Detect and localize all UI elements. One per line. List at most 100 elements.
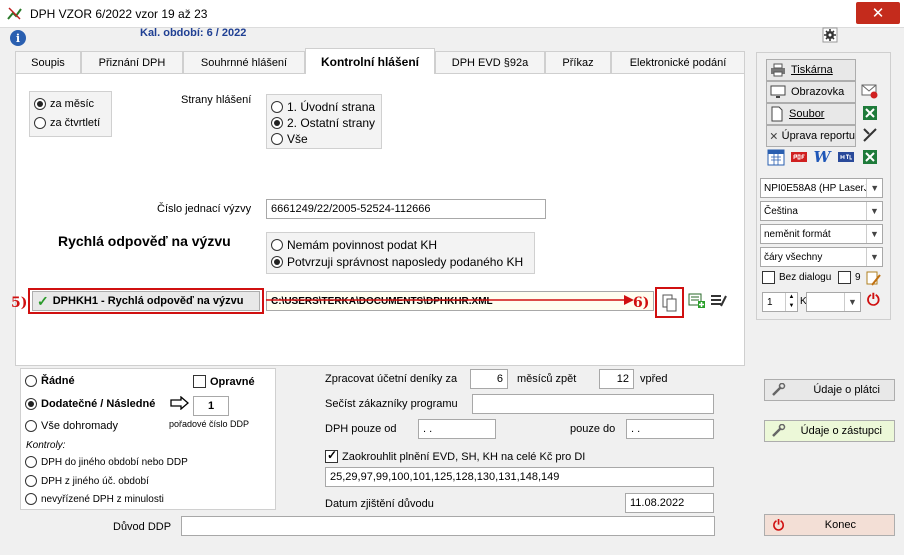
radio-control-1[interactable]: DPH do jiného období nebo DDP	[25, 456, 188, 468]
radio-confirm[interactable]: Potvrzuji správnost naposledy podaného K…	[271, 255, 523, 269]
language-select[interactable]: Čeština ▼	[760, 201, 883, 221]
gear-icon[interactable]	[822, 27, 838, 43]
reference-label: Číslo jednací výzvy	[157, 203, 252, 215]
months-fwd-input[interactable]: 12	[599, 369, 634, 389]
months-back-input[interactable]: 6	[470, 369, 508, 389]
file-button[interactable]: Soubor	[766, 103, 856, 125]
radio-quarterly[interactable]: za čtvrtletí	[34, 117, 100, 129]
format-select[interactable]: neměnit formát ▼	[760, 224, 883, 244]
red-arrow	[266, 295, 634, 305]
radio-control-2[interactable]: DPH z jiného úč. období	[25, 475, 149, 487]
pages-group: 1. Úvodní strana 2. Ostatní strany Vše	[266, 94, 382, 149]
excel2-icon[interactable]	[860, 147, 880, 167]
info-icon[interactable]: i	[10, 30, 26, 46]
check-icon: ✓	[37, 292, 49, 309]
reference-input[interactable]: 6661249/22/2005-52524-112666	[266, 199, 546, 219]
check-round[interactable]: Zaokrouhlit plnění EVD, SH, KH na celé K…	[325, 448, 585, 463]
power-icon: ⏻	[773, 516, 785, 533]
copy-button[interactable]	[655, 287, 684, 318]
arrow-right-icon	[170, 396, 189, 410]
months-back-label: měsíců zpět	[517, 373, 577, 385]
chevron-down-icon: ▼	[866, 179, 882, 197]
export-add-icon[interactable]	[688, 292, 706, 310]
vat-from-input[interactable]: . .	[418, 419, 496, 439]
wrench-icon	[772, 424, 786, 437]
diary-label: Zpracovat účetní deníky za	[325, 373, 458, 385]
printer-select[interactable]: NPI0E58A8 (HP LaserJ ▼	[760, 178, 883, 198]
word-icon[interactable]: W	[812, 147, 832, 167]
step6-label: 6)	[633, 295, 650, 311]
check-corrective[interactable]: Opravné	[193, 375, 255, 388]
tab-priznani[interactable]: Přiznání DPH	[81, 51, 183, 73]
end-button[interactable]: ⏻ Konec	[764, 514, 895, 536]
html-icon[interactable]	[836, 147, 856, 167]
tab-elektronicke[interactable]: Elektronické podání	[611, 51, 745, 73]
title-bar: DPH VZOR 6/2022 vzor 19 až 23 ✕	[0, 0, 904, 28]
ddp-number-label: pořadové číslo DDP	[169, 419, 250, 429]
close-button[interactable]: ✕	[856, 2, 900, 24]
font-edit-icon[interactable]	[866, 271, 882, 287]
screen-button[interactable]: Obrazovka	[766, 81, 856, 103]
check-no-dialog[interactable]: Bez dialogu	[762, 271, 831, 284]
excel-icon[interactable]	[860, 103, 880, 123]
radio-page-2[interactable]: 2. Ostatní strany	[271, 116, 375, 130]
k-select[interactable]: ▼	[806, 292, 861, 312]
tab-soupis[interactable]: Soupis	[15, 51, 81, 73]
chevron-down-icon: ▼	[866, 202, 882, 220]
filing-type-group: Řádné Opravné Dodatečné / Následné 1 poř…	[20, 368, 276, 510]
window-title: DPH VZOR 6/2022 vzor 19 až 23	[30, 7, 208, 21]
ddp-number-input[interactable]: 1	[193, 396, 229, 416]
radio-page-all[interactable]: Vše	[271, 132, 308, 146]
round-values-input[interactable]: 25,29,97,99,100,101,125,128,130,131,148,…	[325, 467, 714, 487]
radio-page-1[interactable]: 1. Úvodní strana	[271, 100, 375, 114]
monitor-icon	[770, 85, 786, 98]
tools-icon	[770, 132, 777, 140]
designer-icon[interactable]	[860, 125, 880, 145]
file-icon	[771, 106, 783, 122]
chevron-down-icon: ▼	[866, 225, 882, 243]
check-size[interactable]: 9	[838, 271, 861, 284]
reason-input[interactable]	[181, 516, 715, 536]
lines-select[interactable]: čáry všechny ▼	[760, 247, 883, 267]
copies-spinner[interactable]: 1 ▲ ▼	[762, 292, 798, 312]
period-label: Kal. období: 6 / 2022	[140, 27, 247, 39]
customers-input[interactable]	[472, 394, 714, 414]
reason-label: Důvod DDP	[113, 521, 172, 533]
radio-control-3[interactable]: nevyřízené DPH z minulosti	[25, 493, 164, 505]
tab-evd[interactable]: DPH EVD §92a	[435, 51, 545, 73]
representative-button[interactable]: Údaje o zástupci	[764, 420, 895, 442]
payer-button[interactable]: Údaje o plátci	[764, 379, 895, 401]
print-button[interactable]: Tiskárna	[766, 59, 856, 81]
power-icon[interactable]: ⏻	[867, 292, 880, 310]
radio-monthly[interactable]: za měsíc	[34, 98, 94, 110]
radio-no-obligation[interactable]: Nemám povinnost podat KH	[271, 238, 437, 252]
vat-to-input[interactable]: . .	[626, 419, 714, 439]
spinner-arrows-icon[interactable]: ▲ ▼	[785, 293, 797, 311]
calendar-icon[interactable]	[766, 147, 786, 167]
period-group: za měsíc za čtvrtletí	[29, 91, 112, 137]
step5-label: 5)	[11, 295, 28, 311]
quick-answer-heading: Rychlá odpověď na výzvu	[58, 233, 231, 249]
radio-all[interactable]: Vše dohromady	[25, 420, 118, 432]
printer-icon	[771, 63, 785, 77]
email-icon[interactable]	[860, 81, 880, 101]
date-label: Datum zjištění důvodu	[325, 498, 434, 510]
customers-label: Sečíst zákazníky programu	[325, 398, 458, 410]
pages-label: Strany hlášení	[181, 94, 252, 106]
vat-to-label: pouze do	[570, 423, 616, 435]
tab-kontrolni[interactable]: Kontrolní hlášení	[305, 48, 435, 74]
quick-answer-group: Nemám povinnost podat KH Potvrzuji správ…	[266, 232, 535, 274]
radio-regular[interactable]: Řádné	[25, 375, 75, 387]
wrench-icon	[772, 383, 786, 396]
batch-icon[interactable]	[709, 292, 729, 310]
vat-from-label: DPH pouze od	[325, 423, 397, 435]
tab-prikaz[interactable]: Příkaz	[545, 51, 611, 73]
tab-souhrnne[interactable]: Souhrnné hlášení	[183, 51, 305, 73]
report-edit-button[interactable]: Úprava reportu	[766, 125, 856, 147]
controls-label: Kontroly:	[26, 440, 66, 451]
radio-supplementary[interactable]: Dodatečné / Následné	[25, 398, 155, 410]
pdf-icon[interactable]	[789, 147, 809, 167]
quick-answer-file-button[interactable]: ✓ DPHKH1 - Rychlá odpověď na výzvu	[32, 291, 260, 311]
chevron-down-icon: ▼	[844, 293, 860, 311]
date-input[interactable]: 11.08.2022	[625, 493, 714, 513]
